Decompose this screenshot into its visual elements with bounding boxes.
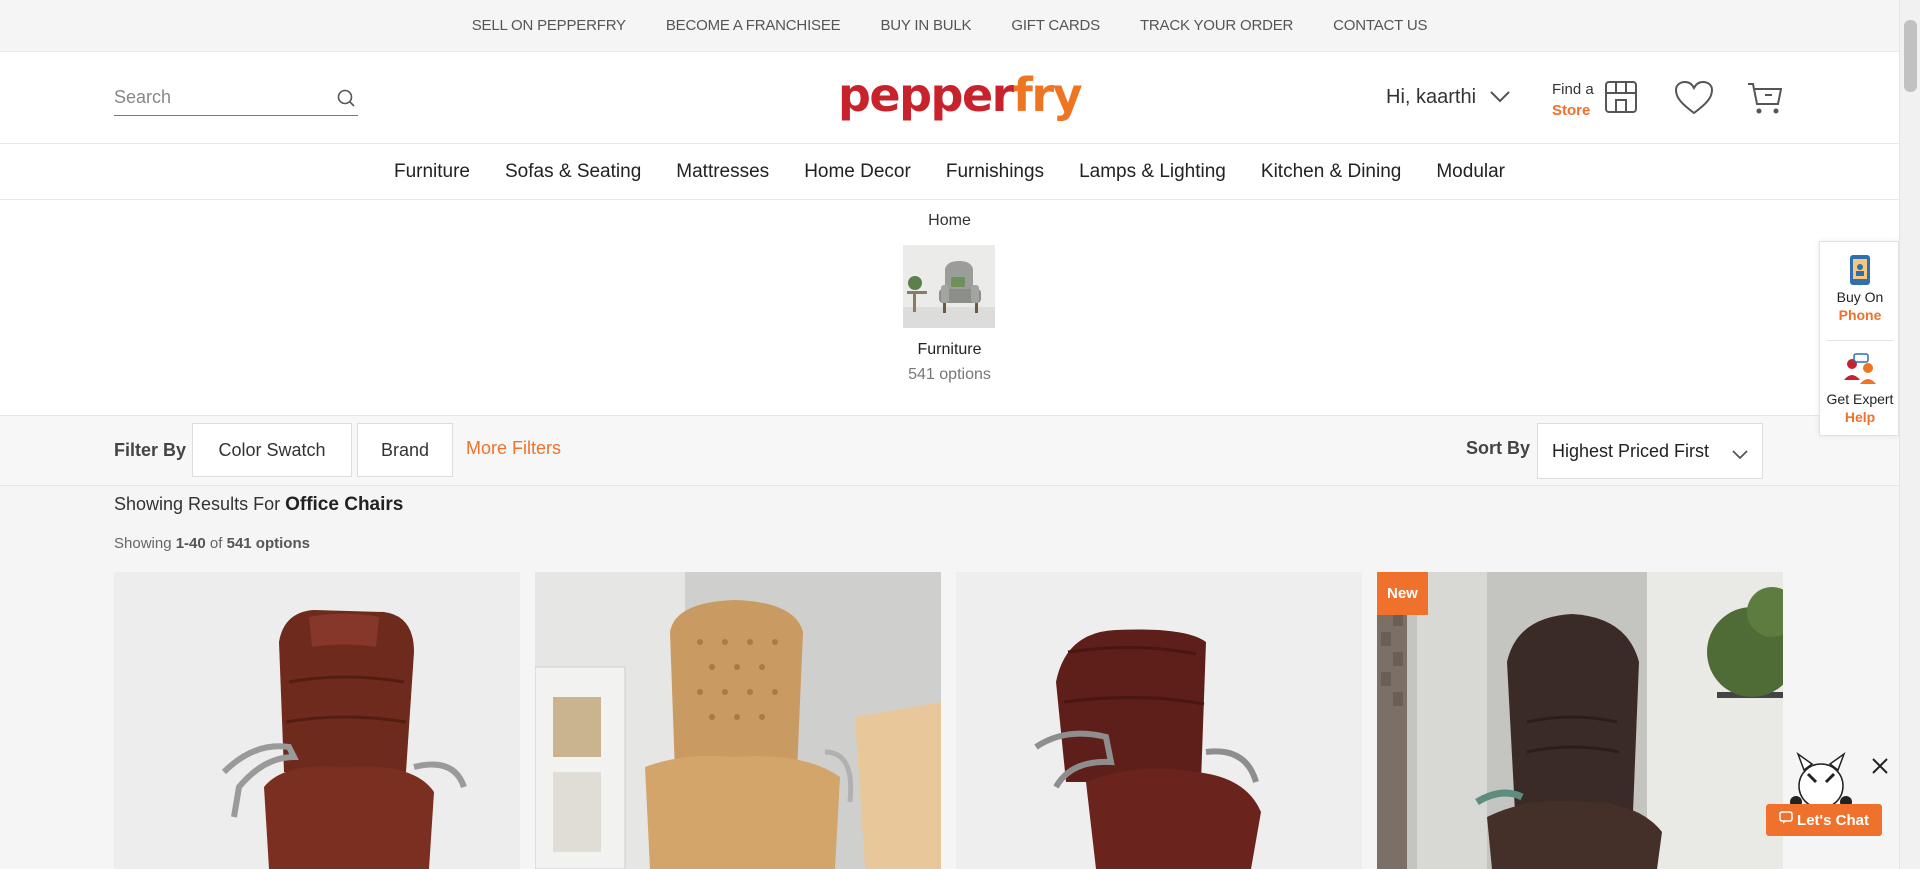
gift-cards-link[interactable]: GIFT CARDS	[1011, 17, 1100, 34]
breadcrumb[interactable]: Home	[0, 212, 1899, 230]
site-header: pepperfry Hi, kaarthi Find a Store	[0, 52, 1899, 144]
furniture-category-thumbnail[interactable]	[903, 245, 995, 328]
widget-divider	[1826, 340, 1894, 341]
product-card[interactable]	[535, 572, 941, 869]
help-label: Help	[1844, 409, 1876, 425]
nav-item-sofas-seating[interactable]: Sofas & Seating	[505, 161, 641, 183]
sort-by-label: Sort By	[1466, 438, 1531, 458]
color-swatch-filter-button[interactable]: Color Swatch	[192, 423, 352, 477]
find-store-link[interactable]: Find a Store	[1552, 78, 1640, 121]
sort-select[interactable]: Highest Priced First	[1537, 423, 1763, 479]
heart-icon[interactable]	[1674, 80, 1714, 121]
results-count-prefix: Showing	[114, 535, 172, 552]
chat-bubble-icon	[1779, 811, 1793, 829]
contact-us-link[interactable]: CONTACT US	[1333, 17, 1427, 34]
product-card[interactable]: New	[1377, 572, 1783, 869]
category-name[interactable]: Furniture	[0, 341, 1899, 359]
lets-chat-label: Let's Chat	[1797, 811, 1869, 829]
logo-text-pepper: pepper	[838, 68, 1014, 122]
sort-selected-value: Highest Priced First	[1552, 440, 1710, 461]
new-badge: New	[1377, 572, 1428, 615]
results-heading: Showing Results For Office Chairs	[114, 494, 403, 516]
greeting-text: Hi, kaarthi	[1386, 86, 1477, 108]
more-filters-link[interactable]: More Filters	[466, 438, 561, 459]
nav-item-home-decor[interactable]: Home Decor	[804, 161, 911, 183]
get-expert-label: Get Expert	[1826, 391, 1894, 407]
lets-chat-button[interactable]: Let's Chat	[1766, 804, 1882, 836]
nav-item-furnishings[interactable]: Furnishings	[946, 161, 1044, 183]
logo-text-fry: fry	[1012, 68, 1083, 122]
phone-label: Phone	[1838, 307, 1882, 323]
results-query: Office Chairs	[285, 494, 404, 515]
chevron-down-icon	[1490, 86, 1510, 109]
product-image-tan-tufted-chair	[535, 572, 941, 869]
product-card[interactable]	[114, 572, 520, 869]
store-icon	[1602, 78, 1640, 121]
results-range: 1-40	[175, 535, 206, 552]
category-count: 541 options	[908, 366, 991, 383]
nav-item-furniture[interactable]: Furniture	[394, 161, 470, 183]
get-expert-help-button[interactable]: Get Expert Help	[1820, 352, 1900, 426]
expert-help-icon	[1820, 352, 1900, 390]
search-icon[interactable]	[336, 88, 356, 113]
become-franchisee-link[interactable]: BECOME A FRANCHISEE	[666, 17, 841, 34]
help-side-widget: Buy On Phone Get Expert Help	[1819, 241, 1899, 436]
store-label: Store	[1552, 101, 1591, 119]
buy-on-phone-button[interactable]: Buy On Phone	[1820, 254, 1900, 324]
track-order-link[interactable]: TRACK YOUR ORDER	[1140, 17, 1293, 34]
buy-on-label: Buy On	[1836, 289, 1884, 305]
top-utility-bar: SELL ON PEPPERFRY BECOME A FRANCHISEE BU…	[0, 0, 1899, 52]
buy-in-bulk-link[interactable]: BUY IN BULK	[880, 17, 971, 34]
page-scrollbar[interactable]	[1899, 0, 1920, 869]
results-count: Showing 1-40 of 541 options	[114, 535, 310, 552]
find-store-label: Find a	[1552, 80, 1594, 98]
pepperfry-logo[interactable]: pepperfry	[838, 68, 1083, 122]
nav-item-modular[interactable]: Modular	[1436, 161, 1505, 183]
product-card[interactable]	[956, 572, 1362, 869]
results-of: of	[209, 535, 223, 552]
filter-by-label: Filter By	[114, 440, 187, 460]
category-section: Home Furniture 541 options	[0, 200, 1899, 416]
cart-icon[interactable]	[1746, 80, 1784, 121]
product-image-maroon-leather-chair	[956, 572, 1362, 869]
results-total: 541 options	[226, 535, 310, 552]
account-menu[interactable]: Hi, kaarthi	[1386, 86, 1510, 109]
product-image-dark-executive-chair	[1377, 572, 1783, 869]
brand-filter-button[interactable]: Brand	[357, 423, 453, 477]
close-icon[interactable]	[1870, 756, 1890, 781]
chevron-down-icon	[1732, 444, 1748, 465]
scrollbar-thumb[interactable]	[1904, 20, 1917, 92]
category-nav: Furniture Sofas & Seating Mattresses Hom…	[0, 144, 1899, 200]
product-image-brown-leather-chair	[114, 572, 520, 869]
sell-on-pepperfry-link[interactable]: SELL ON PEPPERFRY	[472, 17, 626, 34]
filter-bar: Filter By Color Swatch Brand More Filter…	[0, 416, 1899, 486]
search-box	[114, 80, 358, 116]
search-input[interactable]	[114, 87, 324, 108]
nav-item-mattresses[interactable]: Mattresses	[676, 161, 769, 183]
phone-icon	[1820, 254, 1900, 288]
nav-item-lamps-lighting[interactable]: Lamps & Lighting	[1079, 161, 1226, 183]
results-prefix: Showing Results For	[114, 494, 281, 514]
nav-item-kitchen-dining[interactable]: Kitchen & Dining	[1261, 161, 1401, 183]
